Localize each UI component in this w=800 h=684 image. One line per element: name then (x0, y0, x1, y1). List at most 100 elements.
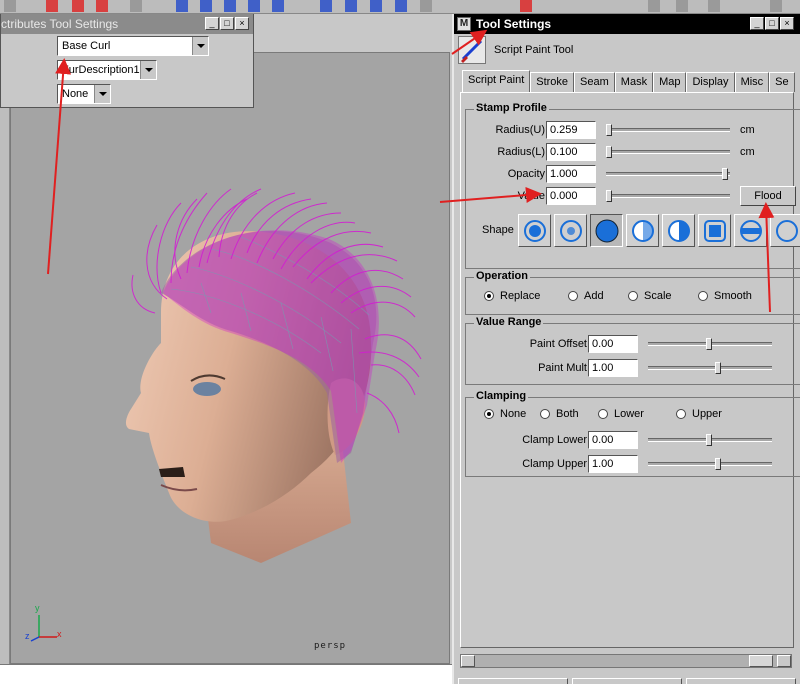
toolbar-icon[interactable] (648, 0, 660, 12)
toolbar-icon[interactable] (130, 0, 142, 12)
scroll-left-icon[interactable] (461, 655, 475, 667)
toolbar-icon[interactable] (520, 0, 532, 12)
fur-description-dropdown[interactable]: FurDescription1 (57, 60, 157, 80)
toolbar-icon[interactable] (320, 0, 332, 12)
toolbar-icon[interactable] (770, 0, 782, 12)
close-icon[interactable]: × (235, 17, 249, 30)
toolbar-icon[interactable] (708, 0, 720, 12)
opacity-slider[interactable] (606, 168, 730, 180)
attribute-tool-settings-window[interactable]: ctributes Tool Settings _ □ × Base Curl … (0, 14, 254, 108)
clamp-upper-field[interactable]: 1.00 (588, 455, 638, 473)
minimize-icon[interactable]: _ (205, 17, 219, 30)
tab-misc[interactable]: Misc (734, 72, 770, 92)
paint-offset-field[interactable]: 0.00 (588, 335, 638, 353)
toolbar-icon[interactable] (46, 0, 58, 12)
soft-brush-icon[interactable] (554, 214, 587, 247)
paint-mult-slider-thumb[interactable] (715, 362, 721, 374)
radio-both[interactable]: Both (540, 408, 579, 420)
radio-upper[interactable]: Upper (676, 408, 722, 420)
toolbar-icon[interactable] (224, 0, 236, 12)
toolbar-icon[interactable] (4, 0, 16, 12)
tab-map[interactable]: Map (653, 72, 687, 92)
radio-indicator[interactable] (568, 291, 578, 301)
tab-display[interactable]: Display (686, 72, 735, 92)
radius-l-field[interactable]: 0.100 (546, 143, 596, 161)
radio-indicator[interactable] (484, 409, 494, 419)
toolbar-icon[interactable] (200, 0, 212, 12)
solid-brush-icon[interactable] (590, 214, 623, 247)
tab-script-paint[interactable]: Script Paint (462, 70, 531, 92)
tab-se[interactable]: Se (769, 72, 795, 92)
maximize-icon[interactable]: □ (765, 17, 779, 30)
persp-viewport[interactable]: y x z persp (10, 52, 450, 664)
radio-indicator[interactable] (628, 291, 638, 301)
tab-seam[interactable]: Seam (574, 72, 615, 92)
radio-indicator[interactable] (484, 291, 494, 301)
maximize-icon[interactable]: □ (220, 17, 234, 30)
scrollbar-thumb[interactable] (749, 655, 773, 667)
radio-scale[interactable]: Scale (628, 290, 672, 302)
tool-settings-window[interactable]: Tool Settings M _ □ × Script Paint Tool … (452, 14, 800, 684)
chevron-down-icon[interactable] (192, 37, 208, 55)
paint-mult-field[interactable]: 1.00 (588, 359, 638, 377)
toolbar-icon[interactable] (72, 0, 84, 12)
clamp-upper-slider-thumb[interactable] (715, 458, 721, 470)
attribute-dropdown[interactable]: Base Curl (57, 36, 209, 56)
radio-lower[interactable]: Lower (598, 408, 644, 420)
toolbar-icon[interactable] (370, 0, 382, 12)
radius-u-slider-thumb[interactable] (606, 124, 612, 136)
bar-brush-icon[interactable] (734, 214, 767, 247)
radio-smooth[interactable]: Smooth (698, 290, 752, 302)
paint-mult-slider[interactable] (648, 362, 772, 374)
clamp-lower-field[interactable]: 0.00 (588, 431, 638, 449)
bottom-button[interactable] (686, 678, 796, 684)
opacity-field[interactable]: 1.000 (546, 165, 596, 183)
radio-indicator[interactable] (676, 409, 686, 419)
paint-offset-slider[interactable] (648, 338, 772, 350)
head-model[interactable] (11, 53, 451, 665)
toolbar-icon[interactable] (176, 0, 188, 12)
clamp-lower-slider[interactable] (648, 434, 772, 446)
tab-mask[interactable]: Mask (614, 72, 654, 92)
square-brush-icon[interactable] (698, 214, 731, 247)
map-dropdown[interactable]: None (57, 84, 111, 104)
radio-add[interactable]: Add (568, 290, 604, 302)
toolbar-icon[interactable] (676, 0, 688, 12)
paint-offset-slider-thumb[interactable] (706, 338, 712, 350)
horizontal-scrollbar[interactable] (460, 654, 792, 668)
radius-u-field[interactable]: 0.259 (546, 121, 596, 139)
half-solid-brush-icon[interactable] (662, 214, 695, 247)
value-slider-thumb[interactable] (606, 190, 612, 202)
value-field[interactable]: 0.000 (546, 187, 596, 205)
radio-indicator[interactable] (540, 409, 550, 419)
tab-stroke[interactable]: Stroke (530, 72, 575, 92)
opacity-slider-thumb[interactable] (722, 168, 728, 180)
toolbar-icon[interactable] (96, 0, 108, 12)
radio-replace[interactable]: Replace (484, 290, 540, 302)
close-icon[interactable]: × (780, 17, 794, 30)
radius-l-slider-thumb[interactable] (606, 146, 612, 158)
radius-l-slider[interactable] (606, 146, 730, 158)
radio-indicator[interactable] (598, 409, 608, 419)
partial-brush-icon[interactable] (770, 214, 800, 247)
chevron-down-icon[interactable] (94, 85, 110, 103)
scroll-right-icon[interactable] (777, 655, 791, 667)
toolbar-icon[interactable] (248, 0, 260, 12)
radius-u-slider[interactable] (606, 124, 730, 136)
clamp-upper-slider[interactable] (648, 458, 772, 470)
toolbar-icon[interactable] (420, 0, 432, 12)
toolbar-icon[interactable] (272, 0, 284, 12)
radio-indicator[interactable] (698, 291, 708, 301)
radio-none[interactable]: None (484, 408, 526, 420)
minimize-icon[interactable]: _ (750, 17, 764, 30)
clamp-lower-slider-thumb[interactable] (706, 434, 712, 446)
gaussian-brush-icon[interactable] (518, 214, 551, 247)
bottom-button[interactable] (572, 678, 682, 684)
chevron-down-icon[interactable] (140, 61, 156, 79)
bottom-button[interactable] (458, 678, 568, 684)
flood-button[interactable]: Flood (740, 186, 796, 206)
toolbar-icon[interactable] (395, 0, 407, 12)
value-slider[interactable] (606, 190, 730, 202)
half-soft-brush-icon[interactable] (626, 214, 659, 247)
toolbar-icon[interactable] (345, 0, 357, 12)
